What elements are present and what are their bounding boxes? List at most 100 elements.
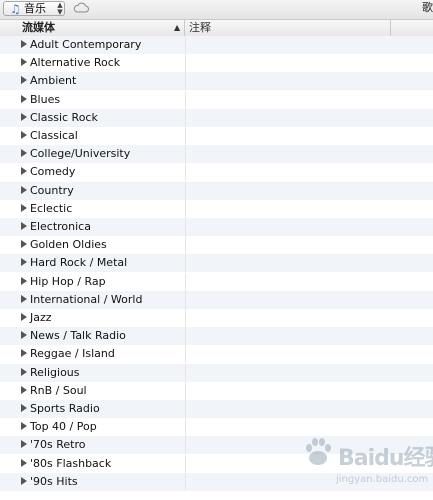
disclosure-triangle-icon[interactable] xyxy=(21,349,27,358)
genre-label: Top 40 / Pop xyxy=(30,420,97,434)
disclosure-triangle-icon[interactable] xyxy=(21,367,27,376)
source-select[interactable]: ♫ 音乐 ▲ ▼ xyxy=(3,1,65,16)
genre-row[interactable]: Hip Hop / Rap xyxy=(0,272,433,291)
genre-label: Golden Oldies xyxy=(30,238,107,252)
genre-row[interactable]: Jazz xyxy=(0,309,433,327)
genre-label: Hip Hop / Rap xyxy=(30,274,106,288)
column-divider xyxy=(185,345,186,364)
disclosure-triangle-icon[interactable] xyxy=(21,240,27,249)
song-column-stub: 歌 xyxy=(422,1,433,14)
disclosure-triangle-icon[interactable] xyxy=(21,313,27,321)
genre-row[interactable]: News / Talk Radio xyxy=(0,327,433,346)
genre-label: Comedy xyxy=(30,165,76,179)
up-down-arrows-icon: ▲ ▼ xyxy=(57,1,63,16)
disclosure-triangle-icon[interactable] xyxy=(21,167,27,176)
genre-label: News / Talk Radio xyxy=(30,329,126,343)
toolbar: ♫ 音乐 ▲ ▼ 歌 xyxy=(0,0,433,20)
genre-row[interactable]: Comedy xyxy=(0,163,433,182)
disclosure-triangle-icon[interactable] xyxy=(21,422,27,431)
stream-column-label: 流媒体 xyxy=(22,21,55,34)
cloud-icon[interactable] xyxy=(73,1,89,13)
disclosure-triangle-icon[interactable] xyxy=(21,131,27,139)
disclosure-triangle-icon[interactable] xyxy=(21,185,27,194)
column-divider xyxy=(185,272,186,291)
disclosure-triangle-icon[interactable] xyxy=(21,404,27,412)
disclosure-triangle-icon[interactable] xyxy=(21,440,27,449)
column-divider xyxy=(185,290,186,309)
column-divider xyxy=(185,400,186,418)
disclosure-triangle-icon[interactable] xyxy=(21,476,27,485)
genre-label: Classical xyxy=(30,129,78,142)
disclosure-triangle-icon[interactable] xyxy=(21,258,27,267)
disclosure-triangle-icon[interactable] xyxy=(21,40,27,48)
genre-row[interactable]: Ambient xyxy=(0,72,433,91)
baidu-watermark: Baidu经验 jingyan.baidu.com xyxy=(300,430,433,496)
genre-label: '90s Hits xyxy=(30,474,78,488)
genre-row[interactable]: Adult Contemporary xyxy=(0,36,433,54)
comment-column-header[interactable]: 注释 xyxy=(186,20,391,36)
disclosure-triangle-icon[interactable] xyxy=(21,94,27,103)
genre-label: Jazz xyxy=(30,311,52,324)
genre-row[interactable]: Electronica xyxy=(0,218,433,236)
genre-label: Ambient xyxy=(30,74,77,88)
genre-label: Blues xyxy=(30,92,61,106)
genre-label: Adult Contemporary xyxy=(30,38,142,51)
genre-label: Eclectic xyxy=(30,201,73,215)
disclosure-triangle-icon[interactable] xyxy=(21,331,27,340)
disclosure-triangle-icon[interactable] xyxy=(21,149,27,158)
genre-row[interactable]: Country xyxy=(0,181,433,200)
column-header: 流媒体 ▲ 注释 xyxy=(0,20,433,37)
genre-row[interactable]: Reggae / Island xyxy=(0,345,433,364)
genre-row[interactable]: International / World xyxy=(0,290,433,309)
column-divider xyxy=(185,472,186,491)
disclosure-triangle-icon[interactable] xyxy=(21,385,27,394)
column-divider xyxy=(185,145,186,164)
column-divider xyxy=(185,36,186,54)
genre-label: '80s Flashback xyxy=(30,456,112,470)
genre-row[interactable]: Blues xyxy=(0,90,433,109)
column-divider xyxy=(185,363,186,382)
column-divider xyxy=(185,54,186,73)
disclosure-triangle-icon[interactable] xyxy=(21,112,27,121)
stream-column-header[interactable]: 流媒体 ▲ xyxy=(0,20,185,36)
disclosure-triangle-icon[interactable] xyxy=(21,58,27,67)
column-divider xyxy=(185,418,186,437)
column-divider xyxy=(185,199,186,218)
genre-row[interactable]: Religious xyxy=(0,363,433,382)
music-note-icon: ♫ xyxy=(10,2,21,16)
sort-ascending-icon: ▲ xyxy=(174,23,181,32)
column-divider xyxy=(185,218,186,236)
column-divider xyxy=(185,309,186,327)
genre-label: International / World xyxy=(30,292,143,306)
column-divider xyxy=(185,381,186,400)
genre-row[interactable]: Alternative Rock xyxy=(0,54,433,73)
column-divider xyxy=(185,72,186,91)
watermark-url: jingyan.baidu.com xyxy=(336,474,429,485)
disclosure-triangle-icon[interactable] xyxy=(21,76,27,85)
genre-row[interactable]: Hard Rock / Metal xyxy=(0,254,433,273)
genre-row[interactable]: Classical xyxy=(0,127,433,145)
disclosure-triangle-icon[interactable] xyxy=(21,276,27,285)
source-label: 音乐 xyxy=(24,2,46,15)
genre-label: Hard Rock / Metal xyxy=(30,256,128,270)
genre-row[interactable]: Classic Rock xyxy=(0,108,433,127)
genre-label: Religious xyxy=(30,365,80,379)
disclosure-triangle-icon[interactable] xyxy=(21,203,27,212)
column-divider xyxy=(185,127,186,145)
genre-row[interactable]: Eclectic xyxy=(0,199,433,218)
genre-label: Classic Rock xyxy=(30,110,98,124)
disclosure-triangle-icon[interactable] xyxy=(21,458,27,467)
column-divider xyxy=(185,181,186,200)
disclosure-triangle-icon[interactable] xyxy=(21,294,27,303)
genre-label: Alternative Rock xyxy=(30,56,121,70)
genre-row[interactable]: Golden Oldies xyxy=(0,236,433,255)
column-divider xyxy=(185,163,186,182)
genre-row[interactable]: RnB / Soul xyxy=(0,381,433,400)
column-divider xyxy=(185,108,186,127)
genre-row[interactable]: Sports Radio xyxy=(0,400,433,418)
column-divider xyxy=(185,454,186,473)
disclosure-triangle-icon[interactable] xyxy=(21,222,27,230)
genre-label: Sports Radio xyxy=(30,402,100,415)
genre-row[interactable]: College/University xyxy=(0,145,433,164)
comment-column-label: 注释 xyxy=(189,21,211,34)
